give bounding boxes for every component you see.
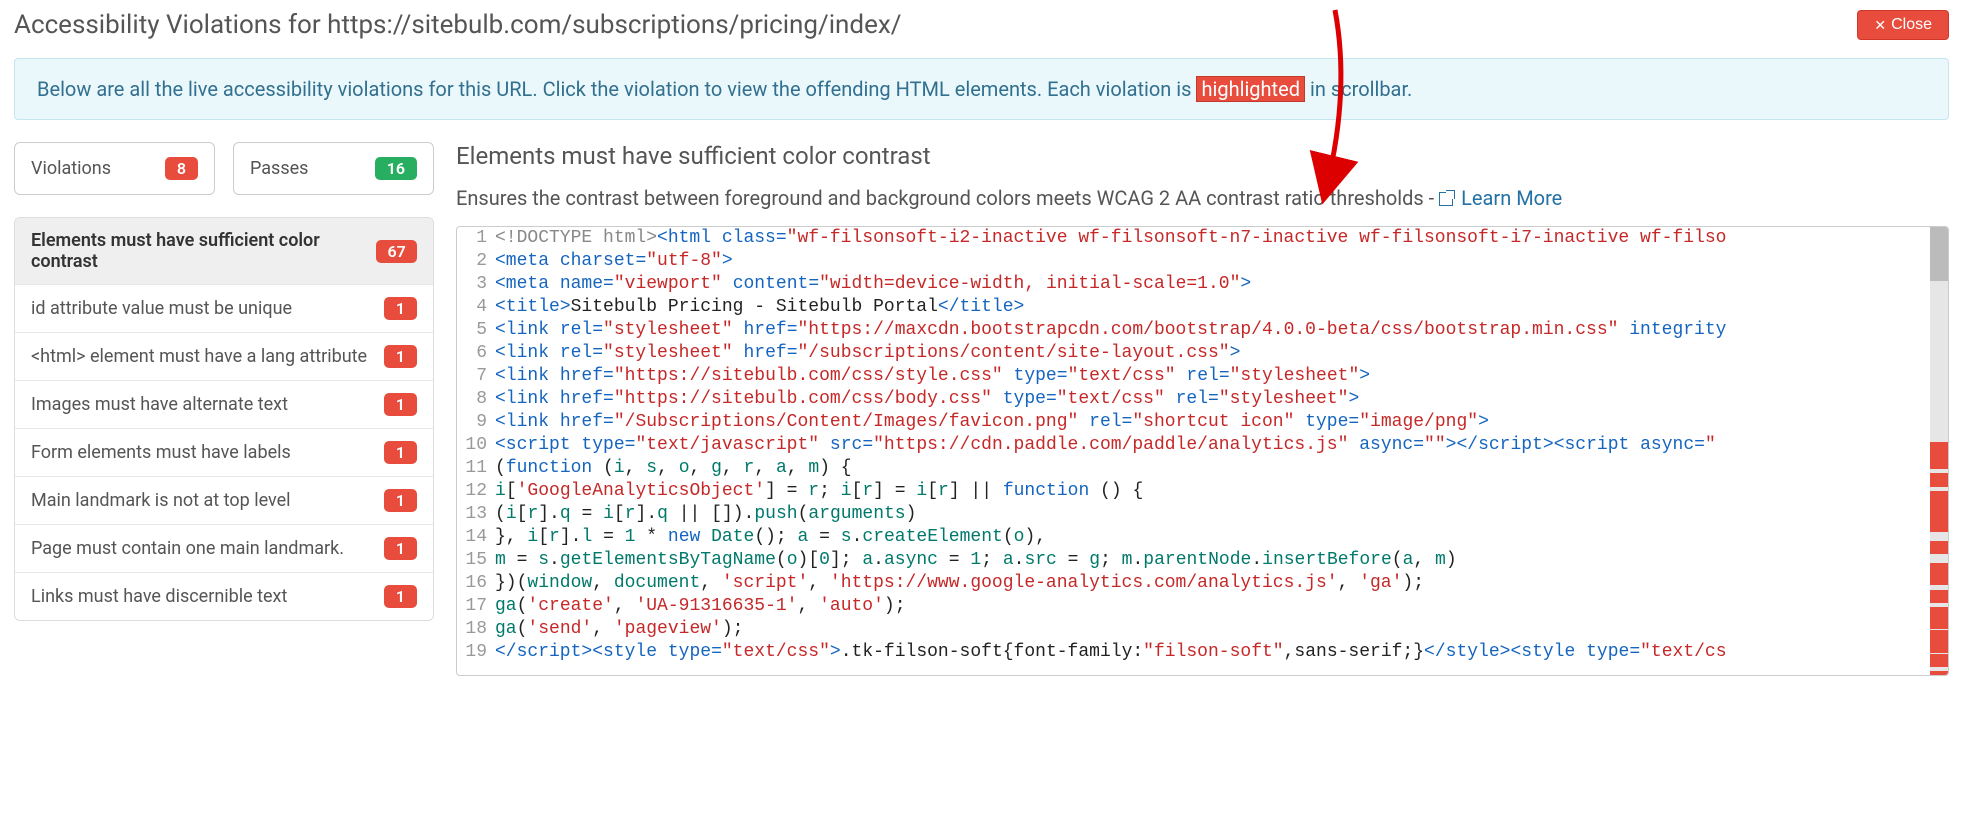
close-button[interactable]: ✕ Close xyxy=(1857,10,1949,40)
code-line: 5<link rel="stylesheet" href="https://ma… xyxy=(461,319,1930,342)
violation-label: <html> element must have a lang attribut… xyxy=(31,346,367,367)
code-line: 14}, i[r].l = 1 * new Date(); a = s.crea… xyxy=(461,526,1930,549)
scrollbar-violation-mark[interactable] xyxy=(1930,473,1948,486)
external-link-icon xyxy=(1439,192,1453,206)
code-body[interactable]: 1<!DOCTYPE html><html class="wf-filsonso… xyxy=(457,227,1930,675)
tab-violations-label: Violations xyxy=(31,158,111,179)
code-line: 17ga('create', 'UA-91316635-1', 'auto'); xyxy=(461,595,1930,618)
violation-label: Links must have discernible text xyxy=(31,586,287,607)
line-number: 16 xyxy=(461,572,495,595)
violation-count-badge: 1 xyxy=(384,393,417,416)
scrollbar-violation-mark[interactable] xyxy=(1930,607,1948,629)
line-number: 7 xyxy=(461,365,495,388)
code-line: 12i['GoogleAnalyticsObject'] = r; i[r] =… xyxy=(461,480,1930,503)
code-line: 15m = s.getElementsByTagName(o)[0]; a.as… xyxy=(461,549,1930,572)
violation-row[interactable]: id attribute value must be unique 1 xyxy=(15,285,433,333)
violation-count-badge: 1 xyxy=(384,585,417,608)
line-number: 18 xyxy=(461,618,495,641)
line-number: 17 xyxy=(461,595,495,618)
violation-row[interactable]: <html> element must have a lang attribut… xyxy=(15,333,433,381)
info-text-suffix: in scrollbar. xyxy=(1310,77,1412,101)
learn-more-label: Learn More xyxy=(1461,186,1562,210)
code-line: 4<title>Sitebulb Pricing - Sitebulb Port… xyxy=(461,296,1930,319)
code-line: 2<meta charset="utf-8"> xyxy=(461,250,1930,273)
violations-count-badge: 8 xyxy=(165,157,198,180)
code-line: 19</script><style type="text/css">.tk-fi… xyxy=(461,641,1930,664)
detail-title: Elements must have sufficient color cont… xyxy=(456,142,1949,170)
code-line: 6<link rel="stylesheet" href="/subscript… xyxy=(461,342,1930,365)
tab-passes[interactable]: Passes 16 xyxy=(233,142,434,195)
violation-count-badge: 1 xyxy=(384,441,417,464)
line-number: 14 xyxy=(461,526,495,549)
line-number: 3 xyxy=(461,273,495,296)
violation-row[interactable]: Elements must have sufficient color cont… xyxy=(15,218,433,285)
line-number: 5 xyxy=(461,319,495,342)
violation-label: Images must have alternate text xyxy=(31,394,288,415)
scrollbar-violation-mark[interactable] xyxy=(1930,590,1948,603)
line-number: 11 xyxy=(461,457,495,480)
line-number: 10 xyxy=(461,434,495,457)
code-line: 7<link href="https://sitebulb.com/css/st… xyxy=(461,365,1930,388)
line-number: 1 xyxy=(461,227,495,250)
violation-label: id attribute value must be unique xyxy=(31,298,292,319)
scrollbar-violation-mark[interactable] xyxy=(1930,541,1948,554)
scrollbar-violation-mark[interactable] xyxy=(1930,630,1948,652)
violation-row[interactable]: Form elements must have labels 1 xyxy=(15,429,433,477)
scrollbar-violation-mark[interactable] xyxy=(1930,671,1948,675)
scrollbar-violation-mark[interactable] xyxy=(1930,654,1948,667)
code-line: 10<script type="text/javascript" src="ht… xyxy=(461,434,1930,457)
detail-sub-text: Ensures the contrast between foreground … xyxy=(456,186,1439,210)
violation-count-badge: 1 xyxy=(384,345,417,368)
line-number: 6 xyxy=(461,342,495,365)
scrollbar-violation-mark[interactable] xyxy=(1930,563,1948,585)
code-viewer: 1<!DOCTYPE html><html class="wf-filsonso… xyxy=(456,226,1949,676)
violation-count-badge: 1 xyxy=(384,297,417,320)
code-line: 1<!DOCTYPE html><html class="wf-filsonso… xyxy=(461,227,1930,250)
violation-label: Elements must have sufficient color cont… xyxy=(31,230,376,272)
code-line: 3<meta name="viewport" content="width=de… xyxy=(461,273,1930,296)
page-title: Accessibility Violations for https://sit… xyxy=(14,10,901,40)
violation-label: Form elements must have labels xyxy=(31,442,291,463)
code-line: 13(i[r].q = i[r].q || []).push(arguments… xyxy=(461,503,1930,526)
violation-count-badge: 1 xyxy=(384,537,417,560)
line-number: 13 xyxy=(461,503,495,526)
scrollbar-violation-mark[interactable] xyxy=(1930,491,1948,531)
scrollbar-thumb[interactable] xyxy=(1930,227,1948,281)
scrollbar-markbar[interactable] xyxy=(1930,227,1948,675)
detail-subtitle: Ensures the contrast between foreground … xyxy=(456,186,1949,210)
line-number: 4 xyxy=(461,296,495,319)
code-line: 18ga('send', 'pageview'); xyxy=(461,618,1930,641)
violations-list: Elements must have sufficient color cont… xyxy=(14,217,434,621)
violation-row[interactable]: Page must contain one main landmark. 1 xyxy=(15,525,433,573)
violation-row[interactable]: Images must have alternate text 1 xyxy=(15,381,433,429)
violation-count-badge: 67 xyxy=(376,240,418,263)
tab-passes-label: Passes xyxy=(250,158,308,179)
learn-more-link[interactable]: Learn More xyxy=(1439,186,1562,210)
code-line: 8<link href="https://sitebulb.com/css/bo… xyxy=(461,388,1930,411)
line-number: 8 xyxy=(461,388,495,411)
info-banner: Below are all the live accessibility vio… xyxy=(14,58,1949,120)
line-number: 15 xyxy=(461,549,495,572)
info-text-prefix: Below are all the live accessibility vio… xyxy=(37,77,1196,101)
line-number: 9 xyxy=(461,411,495,434)
violation-label: Main landmark is not at top level xyxy=(31,490,291,511)
violation-count-badge: 1 xyxy=(384,489,417,512)
scrollbar-violation-mark[interactable] xyxy=(1930,442,1948,469)
tab-violations[interactable]: Violations 8 xyxy=(14,142,215,195)
code-line: 9<link href="/Subscriptions/Content/Imag… xyxy=(461,411,1930,434)
close-icon: ✕ xyxy=(1874,18,1886,32)
passes-count-badge: 16 xyxy=(375,157,417,180)
code-line: 11(function (i, s, o, g, r, a, m) { xyxy=(461,457,1930,480)
violation-row[interactable]: Links must have discernible text 1 xyxy=(15,573,433,620)
close-label: Close xyxy=(1891,16,1932,34)
code-line: 16})(window, document, 'script', 'https:… xyxy=(461,572,1930,595)
violation-label: Page must contain one main landmark. xyxy=(31,538,344,559)
line-number: 2 xyxy=(461,250,495,273)
line-number: 12 xyxy=(461,480,495,503)
highlighted-word: highlighted xyxy=(1196,76,1305,102)
line-number: 19 xyxy=(461,641,495,664)
violation-row[interactable]: Main landmark is not at top level 1 xyxy=(15,477,433,525)
